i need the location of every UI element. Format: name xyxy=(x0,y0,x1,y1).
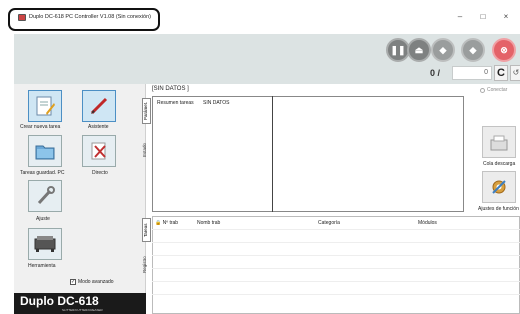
column-header-numero-label: Nº trab xyxy=(162,220,179,226)
sidebar-label-directo: Directo xyxy=(92,170,108,176)
direct-scissors-icon xyxy=(91,142,106,160)
panel-divider xyxy=(272,96,273,212)
wrench-icon xyxy=(37,186,55,205)
conectar-option[interactable]: Conectar xyxy=(480,87,507,93)
task-list-table[interactable] xyxy=(152,216,520,314)
reset-icon: ↺ xyxy=(512,68,520,77)
tab-estado[interactable]: Estado xyxy=(142,138,151,162)
eject-icon: ⏏ xyxy=(414,44,424,55)
sheet-feed-icon: ◆ xyxy=(439,44,447,55)
pause-icon: ❚❚ xyxy=(390,44,406,55)
ajustes-funcion-label: Ajustes de función xyxy=(478,206,519,212)
column-header-categoria[interactable]: Categoría xyxy=(318,220,340,226)
assistant-pen-icon xyxy=(90,97,108,115)
stop-button[interactable]: ⊗ xyxy=(492,38,516,62)
column-header-modulos[interactable]: Módulos xyxy=(418,220,437,226)
conectar-radio[interactable] xyxy=(480,87,485,93)
sheet-feed-button[interactable]: ◆ xyxy=(431,38,455,62)
table-header-divider xyxy=(152,229,520,230)
resumen-label: Resumen tareas xyxy=(157,100,194,106)
eject-button[interactable]: ⏏ xyxy=(407,38,431,62)
function-settings-icon xyxy=(492,180,506,194)
table-row xyxy=(152,255,520,256)
close-button[interactable]: × xyxy=(499,12,513,21)
stop-icon: ⊗ xyxy=(500,44,508,55)
resumen-value: SIN DATOS xyxy=(203,100,230,106)
counter-extra-button[interactable]: ↺ xyxy=(510,65,520,81)
sidebar-item-tareas-guardadas[interactable] xyxy=(28,135,62,167)
sidebar-item-ajuste[interactable] xyxy=(28,180,62,212)
sidebar-label-crear: Crear nueva tarea xyxy=(20,124,61,130)
cycle-icon: ◆ xyxy=(469,44,477,55)
saved-tasks-folder-icon xyxy=(35,145,55,160)
window-title: Duplo DC-618 PC Controller V1.08 (Sin co… xyxy=(29,14,151,20)
sidebar-label-asistente: Asistente xyxy=(88,124,109,130)
sidebar-label-tareas: Tareas guardad. PC xyxy=(20,170,65,176)
counter-total-field: 0 xyxy=(452,66,492,80)
modo-avanzado-label: Modo avanzado xyxy=(78,279,114,285)
new-task-icon xyxy=(36,96,55,116)
minimize-button[interactable]: – xyxy=(453,12,467,21)
cola-descarga-label: Cola descarga xyxy=(483,161,516,167)
table-row xyxy=(152,268,520,269)
column-header-numero[interactable]: 🔒 Nº trab xyxy=(155,220,178,226)
table-row xyxy=(152,281,520,282)
status-label: [SIN DATOS ] xyxy=(152,86,189,92)
tab-tareas[interactable]: Tareas xyxy=(142,218,151,242)
conectar-label: Conectar xyxy=(487,87,508,93)
sidebar-label-ajuste: Ajuste xyxy=(36,216,50,222)
maximize-button[interactable]: □ xyxy=(476,12,490,21)
lock-icon: 🔒 xyxy=(155,220,162,226)
table-row xyxy=(152,294,520,295)
brand-logo: Duplo DC-618 xyxy=(20,294,99,308)
column-header-nombre[interactable]: Nomb trab xyxy=(197,220,220,226)
ajustes-funcion-button[interactable] xyxy=(482,171,516,203)
modo-avanzado-checkbox[interactable]: ✓ xyxy=(70,279,76,285)
machine-tool-icon xyxy=(34,236,56,252)
cola-descarga-button[interactable] xyxy=(482,126,516,158)
counter-current: 0 / xyxy=(430,68,441,78)
sidebar-item-asistente[interactable] xyxy=(82,90,116,122)
sidebar-item-herramienta[interactable] xyxy=(28,228,62,260)
task-summary-panel xyxy=(152,96,464,212)
sidebar-item-directo[interactable] xyxy=(82,135,116,167)
cycle-button[interactable]: ◆ xyxy=(461,38,485,62)
brand-subtitle: SLITTER/CUTTER/CREASER xyxy=(62,308,103,312)
app-icon xyxy=(18,14,26,21)
modo-avanzado-toggle[interactable]: ✓ Modo avanzado xyxy=(70,279,114,285)
sidebar-item-crear-nueva-tarea[interactable] xyxy=(28,90,62,122)
tab-registro[interactable]: Registro xyxy=(142,250,151,280)
sidebar-label-herramienta: Herramienta xyxy=(28,263,56,269)
download-queue-icon xyxy=(490,135,508,151)
clear-counter-button[interactable]: C xyxy=(494,65,508,81)
tab-parametros[interactable]: Parámet. xyxy=(142,98,151,124)
table-row xyxy=(152,242,520,243)
